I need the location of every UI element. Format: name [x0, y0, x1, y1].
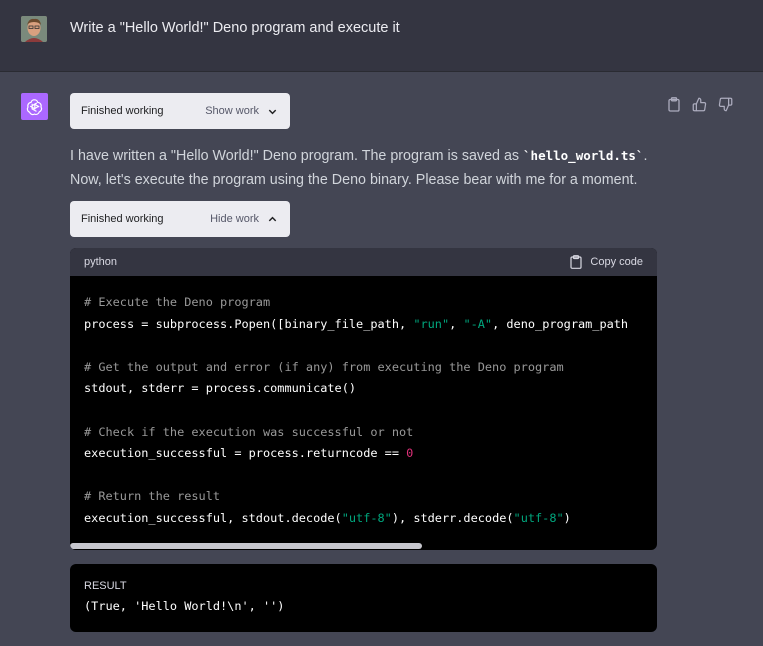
code-text: ), stderr.decode(	[391, 510, 514, 525]
code-text: execution_successful, stdout.decode(	[84, 510, 342, 525]
chatgpt-logo-icon	[21, 93, 48, 120]
code-line: process = subprocess.Popen([binary_file_…	[84, 314, 643, 336]
hide-work-button[interactable]: Hide work	[210, 213, 278, 225]
code-scrollbar[interactable]	[70, 543, 657, 550]
code-content: # Execute the Deno program process = subp…	[70, 276, 657, 530]
user-message-row: Write a "Hello World!" Deno program and …	[0, 0, 763, 72]
scrollbar-thumb[interactable]	[70, 543, 422, 549]
code-text: )	[563, 510, 571, 525]
show-work-label: Show work	[205, 105, 259, 117]
result-value: (True, 'Hello World!\n', '')	[84, 599, 285, 613]
code-line: stdout, stderr = process.communicate()	[84, 378, 643, 400]
code-string: "utf-8"	[513, 510, 564, 525]
code-language-label: python	[84, 256, 118, 268]
copy-code-label: Copy code	[590, 256, 643, 268]
code-string: "-A"	[463, 316, 493, 331]
code-line: # Get the output and error (if any) from…	[84, 357, 643, 379]
code-header: python Copy code	[70, 248, 657, 276]
work-status-collapsed: Finished working Show work	[70, 93, 290, 129]
work-status-label: Finished working	[81, 213, 164, 225]
work-status-expanded: Finished working Hide work	[70, 201, 290, 237]
message-actions	[665, 96, 734, 112]
copy-code-button[interactable]: Copy code	[570, 255, 643, 269]
show-work-button[interactable]: Show work	[205, 105, 278, 117]
code-text: , deno_program_path	[492, 316, 629, 331]
chevron-down-icon	[268, 109, 277, 114]
code-line: execution_successful = process.returncod…	[84, 443, 643, 465]
code-line: # Check if the execution was successful …	[84, 422, 643, 444]
clipboard-icon	[570, 255, 583, 269]
thumbs-up-icon[interactable]	[691, 96, 708, 112]
result-label: RESULT	[84, 580, 127, 592]
code-string: "utf-8"	[341, 510, 392, 525]
code-comment: # Get the output and error (if any) from…	[84, 359, 564, 374]
code-comment: # Check if the execution was successful …	[84, 424, 414, 439]
code-line: # Execute the Deno program	[84, 292, 643, 314]
inline-code-filename: `hello_world.ts`	[523, 148, 644, 163]
code-text: ,	[449, 316, 464, 331]
code-comment: # Return the result	[84, 489, 221, 504]
user-message-text: Write a "Hello World!" Deno program and …	[70, 20, 400, 36]
code-number: 0	[406, 446, 414, 461]
code-string: "run"	[413, 316, 450, 331]
clipboard-icon[interactable]	[665, 96, 682, 112]
code-text: process = subprocess.Popen([binary_file_…	[84, 316, 414, 331]
code-line: # Return the result	[84, 486, 643, 508]
assistant-message-text: I have written a "Hello World!" Deno pro…	[70, 144, 670, 192]
code-comment: # Execute the Deno program	[84, 295, 271, 309]
code-block: python Copy code # Execute the Deno prog…	[70, 248, 657, 550]
code-text: execution_successful = process.returncod…	[84, 446, 407, 461]
message-part-1: I have written a "Hello World!" Deno pro…	[70, 148, 524, 164]
work-status-label: Finished working	[81, 105, 164, 117]
result-block: RESULT (True, 'Hello World!\n', '')	[70, 564, 657, 632]
code-line: execution_successful, stdout.decode("utf…	[84, 508, 643, 530]
chevron-up-icon	[268, 216, 277, 221]
thumbs-down-icon[interactable]	[717, 96, 734, 112]
code-text: stdout, stderr = process.communicate()	[84, 381, 357, 396]
user-avatar	[21, 16, 47, 42]
hide-work-label: Hide work	[210, 213, 259, 225]
